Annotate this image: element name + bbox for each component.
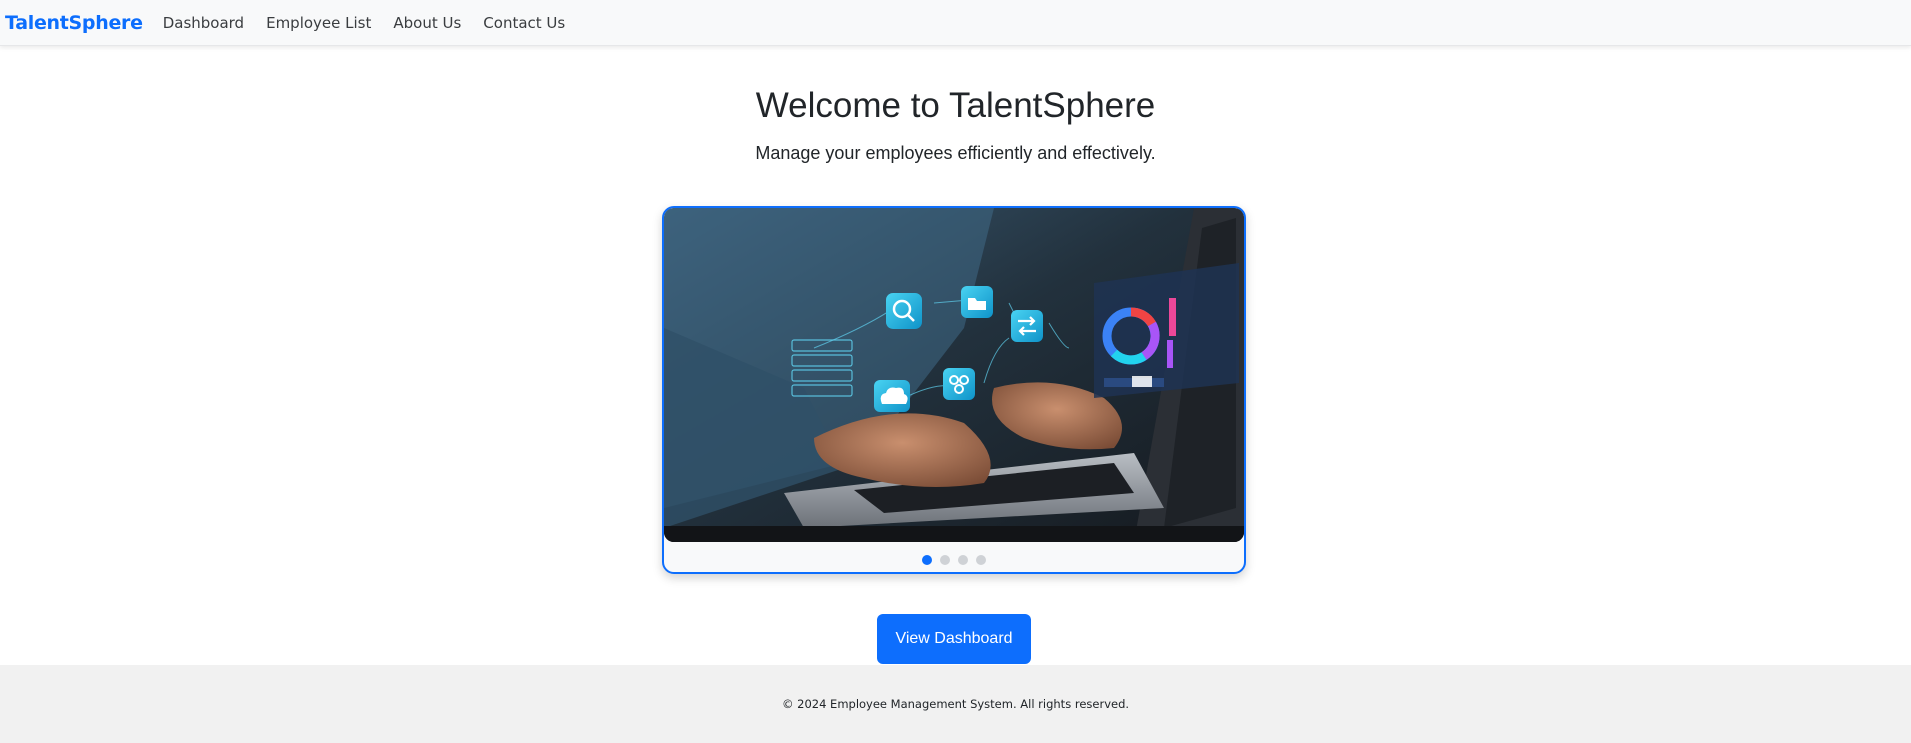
network-icon: [943, 368, 975, 400]
nav-link-contact-us[interactable]: Contact Us: [483, 14, 565, 32]
nav-link-about-us[interactable]: About Us: [393, 14, 461, 32]
nav-link-employee-list[interactable]: Employee List: [266, 14, 371, 32]
carousel-slide-image: [664, 208, 1244, 542]
transfer-icon: [1011, 310, 1043, 342]
brand-logo[interactable]: TalentSphere: [5, 12, 143, 34]
carousel-indicator-1[interactable]: [922, 555, 932, 565]
footer: © 2024 Employee Management System. All r…: [0, 665, 1911, 743]
search-icon: [886, 293, 922, 329]
carousel-indicators: [664, 555, 1244, 567]
navbar: TalentSphere Dashboard Employee List Abo…: [0, 0, 1911, 46]
nav-link-dashboard[interactable]: Dashboard: [163, 14, 244, 32]
carousel-indicator-3[interactable]: [958, 555, 968, 565]
page-title: Welcome to TalentSphere: [755, 86, 1156, 125]
footer-copyright: © 2024 Employee Management System. All r…: [781, 697, 1130, 711]
view-dashboard-button[interactable]: View Dashboard: [877, 614, 1031, 664]
carousel-indicator-4[interactable]: [976, 555, 986, 565]
folder-icon: [961, 286, 993, 318]
nav-links: Dashboard Employee List About Us Contact…: [163, 14, 588, 32]
donut-chart-icon: [1094, 263, 1239, 398]
hero-illustration: [664, 208, 1244, 542]
carousel-indicator-2[interactable]: [940, 555, 950, 565]
cloud-upload-icon: [874, 380, 910, 412]
image-carousel[interactable]: [662, 206, 1246, 574]
page-subtitle: Manage your employees efficiently and ef…: [755, 143, 1156, 163]
